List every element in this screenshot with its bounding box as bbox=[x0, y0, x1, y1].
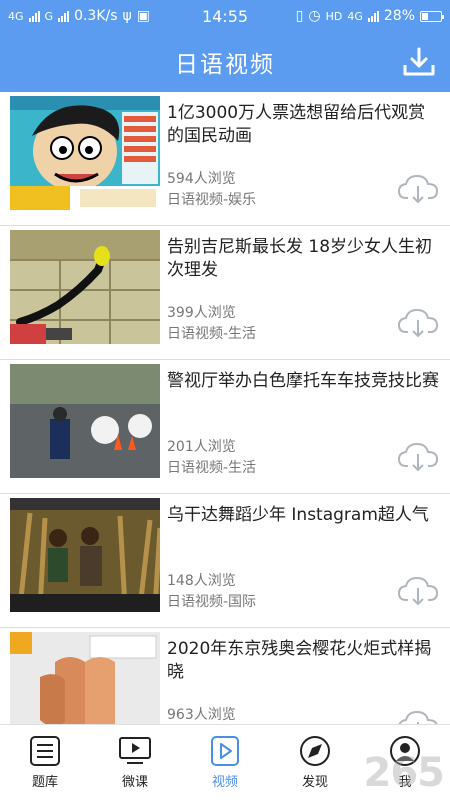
cloud-download-icon[interactable] bbox=[398, 308, 438, 338]
video-item[interactable]: 2020年东京残奥会樱花火炬式样揭晓 963人浏览 bbox=[0, 628, 450, 724]
video-item[interactable]: 1亿3000万人票选想留给后代观赏的国民动画 594人浏览 日语视频-娱乐 bbox=[0, 92, 450, 226]
video-title[interactable]: 乌干达舞蹈少年 Instagram超人气 bbox=[167, 504, 439, 527]
video-thumbnail[interactable] bbox=[10, 632, 160, 724]
battery-icon bbox=[420, 10, 444, 22]
page-title: 日语视频 bbox=[175, 52, 275, 78]
network-speed: 0.3K/s bbox=[74, 8, 118, 24]
nav-label: 我 bbox=[398, 775, 412, 790]
view-count: 399人浏览 bbox=[167, 305, 236, 321]
video-category: 日语视频-生活 bbox=[167, 326, 257, 342]
video-title[interactable]: 告别吉尼斯最长发 18岁少女人生初次理发 bbox=[167, 236, 439, 282]
video-thumbnail[interactable] bbox=[10, 96, 160, 210]
network-4g: 4G bbox=[347, 9, 363, 23]
video-thumbnail[interactable] bbox=[10, 230, 160, 344]
video-item[interactable]: 乌干达舞蹈少年 Instagram超人气 148人浏览 日语视频-国际 bbox=[0, 494, 450, 628]
view-count: 148人浏览 bbox=[167, 573, 236, 589]
nav-item-question-bank[interactable]: 题库 bbox=[0, 725, 90, 800]
video-title[interactable]: 警视厅举办白色摩托车车技竞技比赛 bbox=[167, 370, 439, 393]
status-right: ▯ ◷ HD 4G 28% bbox=[295, 8, 444, 24]
signal-icon-3 bbox=[367, 10, 379, 22]
status-bar: 4G G 0.3K/s ψ ▣ 14:55 ▯ ◷ HD 4G 28% bbox=[0, 0, 450, 32]
view-count: 963人浏览 bbox=[167, 707, 236, 723]
view-count: 594人浏览 bbox=[167, 171, 236, 187]
video-title[interactable]: 2020年东京残奥会樱花火炬式样揭晓 bbox=[167, 638, 439, 684]
cloud-download-icon[interactable] bbox=[398, 710, 438, 724]
video-category: 日语视频-娱乐 bbox=[167, 192, 257, 208]
user-icon bbox=[390, 736, 420, 766]
video-thumbnail[interactable] bbox=[10, 498, 160, 612]
nav-item-video[interactable]: 视频 bbox=[180, 725, 270, 800]
play-icon bbox=[211, 736, 239, 766]
signal-icon-2 bbox=[58, 10, 70, 22]
app-header: 日语视频 bbox=[0, 32, 450, 92]
nav-label: 微课 bbox=[121, 775, 148, 790]
cloud-download-icon[interactable] bbox=[398, 174, 438, 204]
video-category: 日语视频-国际 bbox=[167, 594, 257, 610]
video-list: 1亿3000万人票选想留给后代观赏的国民动画 594人浏览 日语视频-娱乐 告别… bbox=[0, 92, 450, 724]
video-item[interactable]: 告别吉尼斯最长发 18岁少女人生初次理发 399人浏览 日语视频-生活 bbox=[0, 226, 450, 360]
video-category: 日语视频-生活 bbox=[167, 460, 257, 476]
compass-icon bbox=[300, 736, 330, 766]
nav-item-discover[interactable]: 发现 bbox=[270, 725, 360, 800]
battery-percent: 28% bbox=[383, 8, 415, 24]
alarm-icon: ◷ bbox=[308, 8, 321, 24]
network-type-1: 4G bbox=[8, 9, 24, 23]
network-type-2: G bbox=[44, 9, 54, 23]
video-title[interactable]: 1亿3000万人票选想留给后代观赏的国民动画 bbox=[167, 102, 439, 148]
vibrate-icon: ▯ bbox=[295, 8, 304, 24]
nav-label: 发现 bbox=[301, 775, 328, 790]
video-item[interactable]: 警视厅举办白色摩托车车技竞技比赛 201人浏览 日语视频-生活 bbox=[0, 360, 450, 494]
nav-label: 题库 bbox=[31, 775, 58, 790]
signal-icon bbox=[28, 10, 40, 22]
view-count: 201人浏览 bbox=[167, 439, 236, 455]
list-icon bbox=[30, 736, 60, 766]
image-notification-icon: ▣ bbox=[136, 8, 151, 24]
bottom-nav: 题库 微课 视频 发现 我 265 bbox=[0, 724, 450, 800]
nav-item-micro-lesson[interactable]: 微课 bbox=[90, 725, 180, 800]
download-icon[interactable] bbox=[402, 46, 436, 78]
status-left: 4G G 0.3K/s ψ ▣ bbox=[8, 8, 150, 24]
nav-label: 视频 bbox=[211, 775, 238, 790]
video-thumbnail[interactable] bbox=[10, 364, 160, 478]
usb-icon: ψ bbox=[122, 8, 132, 24]
hd-label: HD bbox=[325, 9, 343, 23]
cloud-download-icon[interactable] bbox=[398, 576, 438, 606]
nav-item-me[interactable]: 我 bbox=[360, 725, 450, 800]
cloud-download-icon[interactable] bbox=[398, 442, 438, 472]
video-screen-icon bbox=[119, 737, 151, 764]
